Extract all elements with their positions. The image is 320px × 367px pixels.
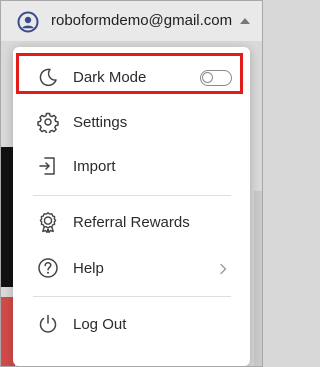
award-icon [39,212,57,233]
menu-item-label: Referral Rewards [73,214,190,231]
menu-item-label: Import [73,158,116,175]
account-header[interactable]: roboformdemo@gmail.com [1,1,262,41]
extension-popup: roboformdemo@gmail.com Dark Mode Setting… [0,0,263,367]
menu-item-label: Help [73,260,104,277]
account-email: roboformdemo@gmail.com [51,12,233,29]
question-circle-icon [38,258,58,278]
menu-item-label: Settings [73,114,128,131]
chevron-right-icon [220,263,227,275]
menu-divider [33,195,231,196]
highlight-box [16,53,243,94]
caret-up-icon[interactable] [240,18,250,24]
menu-divider [33,296,231,297]
power-icon [39,314,57,333]
import-icon [39,157,55,175]
background-content [254,191,262,366]
menu-item-log-out[interactable]: Log Out [13,302,250,348]
menu-item-import[interactable]: Import [13,144,250,190]
menu-item-help[interactable]: Help [13,246,250,292]
menu-item-referral-rewards[interactable]: Referral Rewards [13,200,250,246]
gear-icon [37,112,59,133]
account-menu: Dark Mode Settings Import Referral Rewar… [13,47,250,366]
menu-item-label: Log Out [73,316,127,333]
user-circle-icon [17,11,39,33]
menu-item-settings[interactable]: Settings [13,100,250,146]
